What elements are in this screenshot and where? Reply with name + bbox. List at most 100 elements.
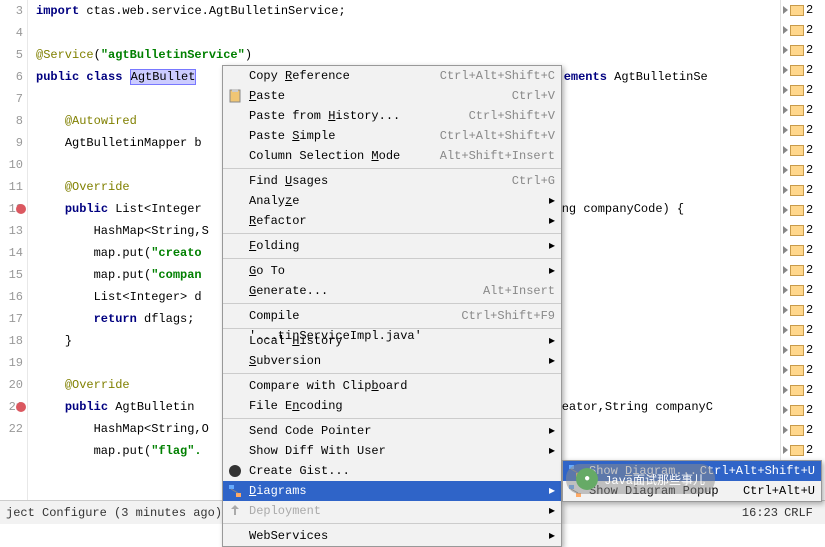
folder-icon — [790, 25, 804, 36]
project-folder[interactable]: 2 — [781, 60, 825, 80]
project-folder[interactable]: 2 — [781, 400, 825, 420]
menu-item-folding[interactable]: Folding▸ — [223, 236, 561, 256]
expand-icon[interactable] — [783, 46, 788, 54]
project-tree[interactable]: 222222222222222222222222 — [780, 0, 825, 500]
expand-icon[interactable] — [783, 286, 788, 294]
gist-icon — [227, 463, 243, 479]
folder-icon — [790, 45, 804, 56]
folder-icon — [790, 265, 804, 276]
line-number: 3 — [0, 0, 27, 22]
expand-icon[interactable] — [783, 106, 788, 114]
expand-icon[interactable] — [783, 66, 788, 74]
menu-item-copy-reference[interactable]: Copy ReferenceCtrl+Alt+Shift+C — [223, 66, 561, 86]
project-folder[interactable]: 2 — [781, 380, 825, 400]
expand-icon[interactable] — [783, 306, 788, 314]
menu-item-paste[interactable]: PasteCtrl+V — [223, 86, 561, 106]
expand-icon[interactable] — [783, 346, 788, 354]
expand-icon[interactable] — [783, 226, 788, 234]
expand-icon[interactable] — [783, 426, 788, 434]
menu-item-create-gist-[interactable]: Create Gist... — [223, 461, 561, 481]
menu-item-paste-simple[interactable]: Paste SimpleCtrl+Alt+Shift+V — [223, 126, 561, 146]
expand-icon[interactable] — [783, 146, 788, 154]
line-number: 7 — [0, 88, 27, 110]
folder-icon — [790, 445, 804, 456]
expand-icon[interactable] — [783, 246, 788, 254]
menu-item-column-selection-mode[interactable]: Column Selection ModeAlt+Shift+Insert — [223, 146, 561, 166]
menu-item-show-diff-with-user[interactable]: Show Diff With User▸ — [223, 441, 561, 461]
expand-icon[interactable] — [783, 126, 788, 134]
status-message: ject Configure (3 minutes ago) — [6, 506, 222, 520]
line-number: 5 — [0, 44, 27, 66]
project-folder[interactable]: 2 — [781, 80, 825, 100]
project-folder[interactable]: 2 — [781, 120, 825, 140]
expand-icon[interactable] — [783, 266, 788, 274]
menu-item-webservices[interactable]: WebServices▸ — [223, 526, 561, 546]
status-time: 16:23 — [742, 506, 778, 520]
menu-item-refactor[interactable]: Refactor▸ — [223, 211, 561, 231]
project-folder[interactable]: 2 — [781, 280, 825, 300]
project-folder[interactable]: 2 — [781, 300, 825, 320]
folder-icon — [790, 85, 804, 96]
folder-icon — [790, 345, 804, 356]
project-folder[interactable]: 2 — [781, 360, 825, 380]
menu-item-compare-with-clipboard[interactable]: Compare with Clipboard — [223, 376, 561, 396]
folder-icon — [790, 125, 804, 136]
folder-icon — [790, 145, 804, 156]
expand-icon[interactable] — [783, 386, 788, 394]
expand-icon[interactable] — [783, 206, 788, 214]
expand-icon[interactable] — [783, 406, 788, 414]
menu-item-generate-[interactable]: Generate...Alt+Insert — [223, 281, 561, 301]
menu-item-send-code-pointer[interactable]: Send Code Pointer▸ — [223, 421, 561, 441]
folder-icon — [790, 365, 804, 376]
line-number: 16 — [0, 286, 27, 308]
folder-icon — [790, 285, 804, 296]
project-folder[interactable]: 2 — [781, 100, 825, 120]
project-folder[interactable]: 2 — [781, 200, 825, 220]
project-folder[interactable]: 2 — [781, 140, 825, 160]
project-folder[interactable]: 2 — [781, 440, 825, 460]
folder-icon — [790, 165, 804, 176]
breakpoint-icon[interactable] — [16, 204, 26, 214]
project-folder[interactable]: 2 — [781, 40, 825, 60]
menu-item-file-encoding[interactable]: File Encoding — [223, 396, 561, 416]
project-folder[interactable]: 2 — [781, 20, 825, 40]
menu-item-subversion[interactable]: Subversion▸ — [223, 351, 561, 371]
folder-icon — [790, 385, 804, 396]
expand-icon[interactable] — [783, 326, 788, 334]
selected-text[interactable]: AgtBullet — [130, 69, 197, 85]
project-folder[interactable]: 2 — [781, 260, 825, 280]
line-number: 11 — [0, 176, 27, 198]
menu-item-find-usages[interactable]: Find UsagesCtrl+G — [223, 171, 561, 191]
breakpoint-icon[interactable] — [16, 402, 26, 412]
project-folder[interactable]: 2 — [781, 420, 825, 440]
line-number: 18 — [0, 330, 27, 352]
watermark: ● Java面试那些事儿 — [566, 464, 715, 494]
status-line-ending[interactable]: CRLF — [784, 506, 813, 520]
project-folder[interactable]: 2 — [781, 220, 825, 240]
expand-icon[interactable] — [783, 186, 788, 194]
project-folder[interactable]: 2 — [781, 180, 825, 200]
folder-icon — [790, 405, 804, 416]
expand-icon[interactable] — [783, 6, 788, 14]
project-folder[interactable]: 2 — [781, 240, 825, 260]
expand-icon[interactable] — [783, 366, 788, 374]
expand-icon[interactable] — [783, 166, 788, 174]
project-folder[interactable]: 2 — [781, 0, 825, 20]
project-folder[interactable]: 2 — [781, 320, 825, 340]
project-folder[interactable]: 2 — [781, 340, 825, 360]
line-number: 15 — [0, 264, 27, 286]
expand-icon[interactable] — [783, 26, 788, 34]
line-number: 22 — [0, 418, 27, 440]
expand-icon[interactable] — [783, 446, 788, 454]
expand-icon[interactable] — [783, 86, 788, 94]
menu-item-deployment: Deployment▸ — [223, 501, 561, 521]
menu-item-analyze[interactable]: Analyze▸ — [223, 191, 561, 211]
menu-item-local-history[interactable]: Local History▸ — [223, 331, 561, 351]
menu-item-compile-tinserviceimpl-java-[interactable]: Compile '...tinServiceImpl.java'Ctrl+Shi… — [223, 306, 561, 326]
menu-item-go-to[interactable]: Go To▸ — [223, 261, 561, 281]
menu-item-diagrams[interactable]: Diagrams▸ — [223, 481, 561, 501]
menu-item-paste-from-history-[interactable]: Paste from History...Ctrl+Shift+V — [223, 106, 561, 126]
line-number: 13 — [0, 220, 27, 242]
line-number: 17 — [0, 308, 27, 330]
project-folder[interactable]: 2 — [781, 160, 825, 180]
